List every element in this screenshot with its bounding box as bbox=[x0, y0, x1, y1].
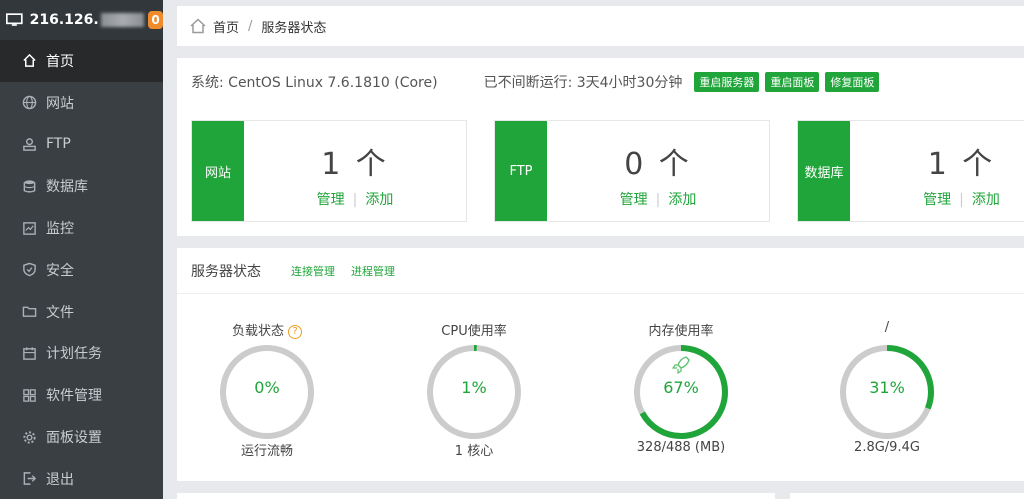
gauge-subtitle: 2.8G/9.4G bbox=[854, 440, 920, 455]
restart-panel-button[interactable]: 重启面板 bbox=[765, 72, 820, 92]
folder-icon bbox=[22, 304, 37, 319]
sidebar-item-label: 监控 bbox=[46, 221, 74, 238]
stat-card-tag: 网站 bbox=[192, 121, 244, 221]
add-link[interactable]: 添加 bbox=[668, 192, 696, 208]
breadcrumb-current: 服务器状态 bbox=[261, 20, 327, 36]
gauge-title: 内存使用率 bbox=[648, 324, 714, 339]
server-header: 216.126. 0 bbox=[0, 0, 163, 40]
manage-link[interactable]: 管理 bbox=[620, 192, 648, 208]
uptime-info: 已不间断运行: 3天4小时30分钟 bbox=[483, 75, 683, 91]
rocket-icon bbox=[671, 356, 690, 375]
logout-icon bbox=[22, 471, 37, 486]
link-divider: | bbox=[655, 192, 661, 208]
gauge-title: CPU使用率 bbox=[441, 324, 507, 339]
sidebar-item-label: 面板设置 bbox=[46, 430, 102, 447]
gauge-title-text: 负载状态 bbox=[231, 324, 284, 339]
stat-card-database: 数据库 1 个 管理 | 添加 bbox=[797, 120, 1024, 222]
sidebar-item-logout[interactable]: 退出 bbox=[0, 458, 163, 499]
restart-server-button[interactable]: 重启服务器 bbox=[694, 72, 760, 92]
gauge-subtitle: 328/488 (MB) bbox=[636, 440, 726, 455]
add-link[interactable]: 添加 bbox=[972, 192, 1000, 208]
gauge-value: 31% bbox=[869, 378, 905, 397]
sidebar-item-software[interactable]: 软件管理 bbox=[0, 374, 163, 416]
server-status-title: 服务器状态 bbox=[191, 263, 261, 280]
repair-panel-button[interactable]: 修复面板 bbox=[825, 72, 880, 92]
link-divider: | bbox=[959, 192, 964, 208]
stat-card-count: 1 个 bbox=[321, 147, 389, 182]
gauge-subtitle: 1 核心 bbox=[454, 444, 494, 459]
server-ip: 216.126. bbox=[29, 12, 99, 28]
next-panel-left bbox=[177, 493, 775, 499]
sidebar-item-database[interactable]: 数据库 bbox=[0, 165, 163, 207]
notice-badge[interactable]: 0 bbox=[148, 11, 163, 29]
help-icon[interactable]: ? bbox=[288, 324, 302, 339]
database-icon bbox=[22, 179, 37, 194]
stat-card-links: 管理 | 添加 bbox=[547, 189, 769, 209]
sidebar-item-files[interactable]: 文件 bbox=[0, 291, 163, 333]
ftp-icon bbox=[22, 137, 37, 152]
sidebar-item-monitor[interactable]: 监控 bbox=[0, 207, 163, 249]
sidebar-item-label: 安全 bbox=[46, 262, 74, 279]
sidebar-item-label: 退出 bbox=[46, 471, 74, 488]
stat-card-ftp: FTP 0 个 管理 | 添加 bbox=[494, 120, 770, 222]
gear-icon bbox=[22, 430, 37, 445]
sidebar-item-label: 软件管理 bbox=[46, 388, 102, 405]
gauge-value: 67% bbox=[663, 378, 699, 397]
stat-card-links: 管理 | 添加 bbox=[850, 189, 1024, 209]
breadcrumb-separator: / bbox=[248, 18, 253, 34]
monitor-icon bbox=[22, 221, 37, 236]
gauge-title: 负载状态? bbox=[197, 320, 337, 339]
process-manage-link[interactable]: 进程管理 bbox=[351, 263, 395, 279]
stat-card-tag: FTP bbox=[495, 121, 547, 221]
sidebar-item-home[interactable]: 首页 bbox=[0, 40, 163, 82]
link-divider: | bbox=[352, 192, 358, 208]
sidebar-item-label: 文件 bbox=[46, 304, 74, 321]
home-icon[interactable] bbox=[189, 17, 207, 35]
gauge-title: / bbox=[884, 320, 890, 335]
home-icon bbox=[22, 53, 37, 68]
sidebar-item-ftp[interactable]: FTP bbox=[0, 124, 163, 166]
sidebar-item-label: 首页 bbox=[46, 53, 74, 70]
monitor-icon bbox=[6, 13, 23, 26]
manage-link[interactable]: 管理 bbox=[317, 192, 345, 208]
gauge-value: 1% bbox=[461, 378, 487, 397]
stat-card-count: 0 个 bbox=[624, 147, 692, 182]
sidebar-item-label: FTP bbox=[46, 136, 71, 153]
os-info: 系统: CentOS Linux 7.6.1810 (Core) bbox=[191, 75, 438, 91]
calendar-icon bbox=[22, 346, 37, 361]
stat-card-count: 1 个 bbox=[927, 147, 996, 182]
apps-icon bbox=[22, 388, 37, 403]
stat-card-tag: 数据库 bbox=[798, 121, 850, 221]
breadcrumb: 首页 / 服务器状态 bbox=[177, 6, 1024, 46]
sidebar-item-security[interactable]: 安全 bbox=[0, 249, 163, 291]
sidebar-item-label: 网站 bbox=[46, 95, 74, 112]
breadcrumb-home[interactable]: 首页 bbox=[213, 17, 239, 36]
server-status-header: 服务器状态 连接管理 进程管理 bbox=[177, 248, 1024, 294]
sidebar-item-label: 计划任务 bbox=[46, 346, 102, 363]
gauge-value: 0% bbox=[254, 378, 280, 397]
sidebar-item-websites[interactable]: 网站 bbox=[0, 82, 163, 124]
stat-card-websites: 网站 1 个 管理 | 添加 bbox=[191, 120, 467, 222]
next-panel-right bbox=[790, 493, 1024, 499]
sidebar-item-label: 数据库 bbox=[46, 179, 88, 196]
stat-card-links: 管理 | 添加 bbox=[244, 189, 466, 209]
main-content: 首页 / 服务器状态 系统: CentOS Linux 7.6.1810 (Co… bbox=[177, 0, 1024, 499]
globe-icon bbox=[22, 95, 37, 110]
sidebar-item-cron[interactable]: 计划任务 bbox=[0, 333, 163, 375]
shield-icon bbox=[22, 262, 37, 277]
gauge-subtitle: 运行流畅 bbox=[240, 444, 293, 459]
sidebar: 216.126. 0 首页 网站 FTP 数据库 监控 安全 文件 计划任务 软… bbox=[0, 0, 163, 499]
sidebar-item-settings[interactable]: 面板设置 bbox=[0, 416, 163, 458]
system-panel: 系统: CentOS Linux 7.6.1810 (Core) 已不间断运行:… bbox=[177, 58, 1024, 236]
system-info: 系统: CentOS Linux 7.6.1810 (Core) 已不间断运行:… bbox=[191, 71, 880, 93]
manage-link[interactable]: 管理 bbox=[923, 192, 951, 208]
connection-manage-link[interactable]: 连接管理 bbox=[291, 263, 335, 279]
add-link[interactable]: 添加 bbox=[365, 192, 393, 208]
ip-redaction bbox=[100, 13, 145, 27]
